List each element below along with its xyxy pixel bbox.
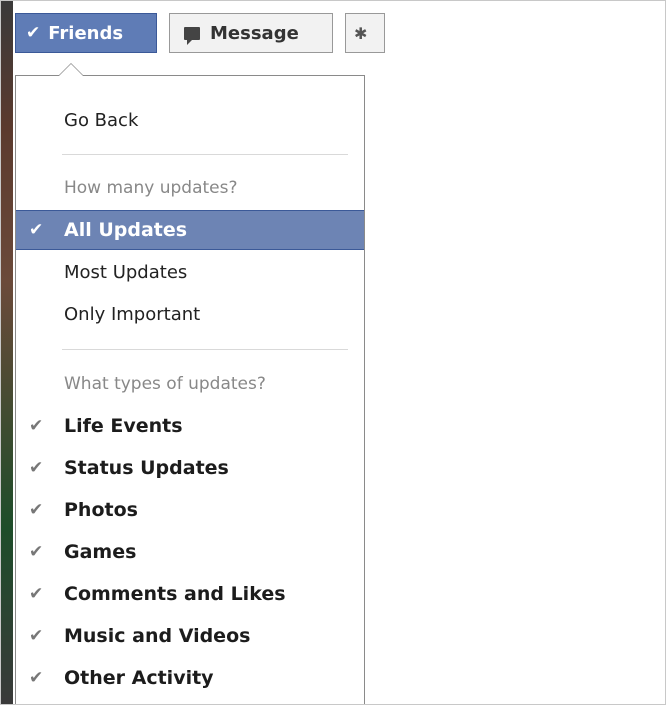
update-option-most-updates[interactable]: Most Updates <box>16 252 364 292</box>
type-option-photos[interactable]: ✔ Photos <box>16 490 364 530</box>
update-option-all-updates[interactable]: ✔ All Updates <box>16 210 364 250</box>
update-types-header: What types of updates? <box>64 374 266 394</box>
type-option-label: Life Events <box>64 415 183 437</box>
go-back-item[interactable]: Go Back <box>16 100 364 140</box>
type-option-status-updates[interactable]: ✔ Status Updates <box>16 448 364 488</box>
message-button-label: Message <box>210 22 299 44</box>
update-option-label: All Updates <box>64 219 188 241</box>
friends-button[interactable]: ✔ Friends <box>15 13 157 53</box>
type-option-label: Status Updates <box>64 457 229 479</box>
how-many-updates-header: How many updates? <box>64 178 238 198</box>
speech-bubble-icon <box>184 26 200 45</box>
menu-divider <box>62 349 348 350</box>
check-icon: ✔ <box>29 458 44 478</box>
type-option-music-and-videos[interactable]: ✔ Music and Videos <box>16 616 364 656</box>
check-icon: ✔ <box>29 584 44 604</box>
check-icon: ✔ <box>29 626 44 646</box>
type-option-life-events[interactable]: ✔ Life Events <box>16 406 364 446</box>
update-option-only-important[interactable]: Only Important <box>16 294 364 334</box>
check-icon: ✔ <box>29 668 44 688</box>
update-option-label: Only Important <box>64 303 201 325</box>
menu-divider <box>62 154 348 155</box>
go-back-label: Go Back <box>64 109 139 131</box>
check-icon: ✔ <box>26 23 41 43</box>
friends-button-label: Friends <box>48 22 124 44</box>
background-photo-strip <box>1 1 13 704</box>
type-option-label: Photos <box>64 499 138 521</box>
check-icon: ✔ <box>29 542 44 562</box>
check-icon: ✔ <box>29 500 44 520</box>
type-option-comments-and-likes[interactable]: ✔ Comments and Likes <box>16 574 364 614</box>
type-option-label: Music and Videos <box>64 625 251 647</box>
type-option-label: Comments and Likes <box>64 583 286 605</box>
app-frame: ✔ Friends Message ✱ Go Back How many upd… <box>0 0 666 705</box>
updates-dropdown-menu: Go Back How many updates? ✔ All Updates … <box>15 63 365 704</box>
message-button[interactable]: Message <box>169 13 333 53</box>
check-icon: ✔ <box>29 220 44 240</box>
update-option-label: Most Updates <box>64 261 188 283</box>
type-option-other-activity[interactable]: ✔ Other Activity <box>16 658 364 698</box>
dropdown-caret <box>58 63 84 76</box>
check-icon: ✔ <box>29 416 44 436</box>
type-option-label: Other Activity <box>64 667 214 689</box>
type-option-label: Games <box>64 541 137 563</box>
more-options-button[interactable]: ✱ <box>345 13 385 53</box>
type-option-games[interactable]: ✔ Games <box>16 532 364 572</box>
gear-icon: ✱ <box>354 23 368 43</box>
